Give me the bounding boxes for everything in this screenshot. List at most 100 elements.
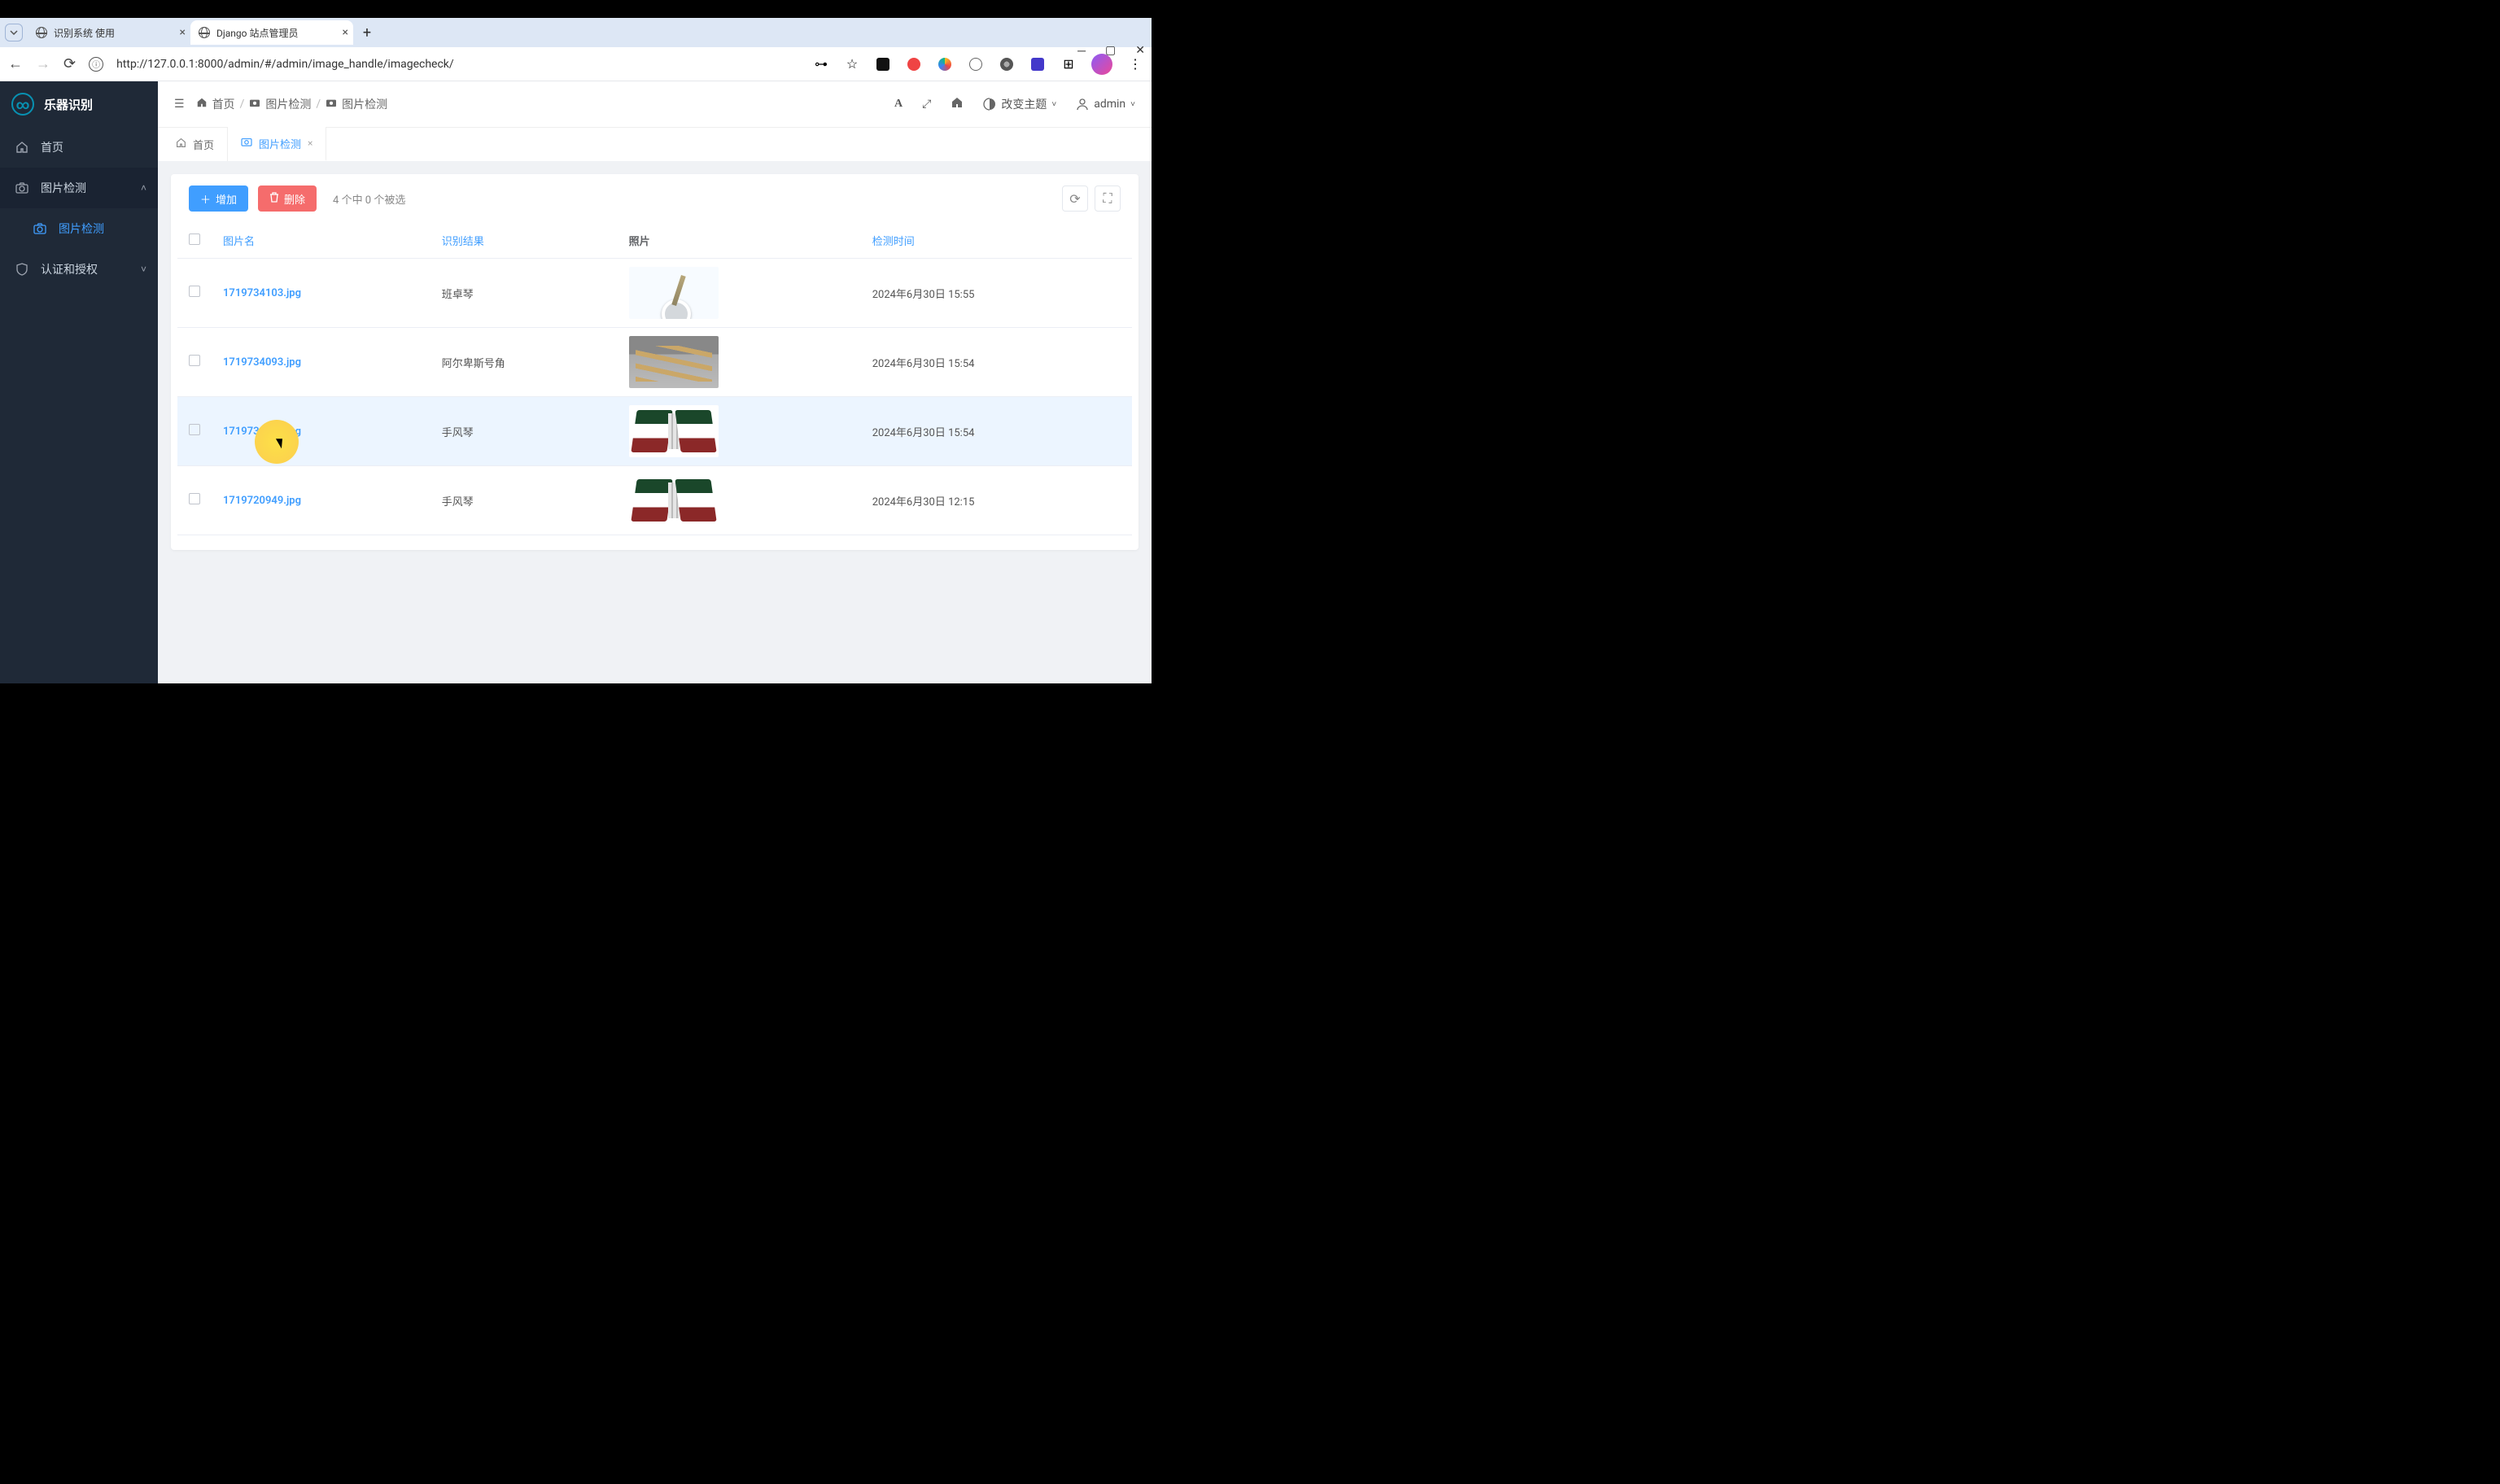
tab-dropdown-button[interactable] [5, 24, 23, 41]
selection-count: 4 个中 0 个被选 [333, 191, 405, 207]
extension-icon[interactable] [1029, 56, 1046, 72]
result-cell: 班卓琴 [431, 259, 618, 328]
file-link[interactable]: 1719734082.jpg [223, 426, 301, 438]
add-button[interactable]: ＋ 增加 [189, 186, 248, 212]
user-menu[interactable]: admin ˅ [1076, 98, 1135, 111]
refresh-icon[interactable]: ⟳ [1062, 186, 1088, 212]
browser-chrome: 识别系统 使用 × Django 站点管理员 × + ─ ▢ ✕ ← → ⟳ ⓘ… [0, 18, 1152, 81]
sidebar-item-auth[interactable]: 认证和授权 ˅ [0, 249, 158, 290]
browser-tab-1[interactable]: 识别系统 使用 × [28, 20, 190, 45]
sidebar-item-label: 图片检测 [59, 220, 104, 237]
site-info-icon[interactable]: ⓘ [89, 57, 103, 72]
trash-icon [269, 192, 279, 205]
tab-title: 识别系统 使用 [54, 26, 115, 40]
photo-thumbnail[interactable] [629, 474, 719, 526]
extensions-button[interactable]: ⊞ [1060, 56, 1077, 72]
photo-thumbnail[interactable] [629, 405, 719, 457]
table-row: 1719734103.jpg班卓琴2024年6月30日 15:55 [177, 259, 1132, 328]
data-card: ＋ 增加 删除 4 个中 0 个被选 ⟳ ⛶ [171, 174, 1139, 550]
row-checkbox[interactable] [189, 355, 200, 366]
shield-icon [15, 262, 29, 277]
home-icon [176, 137, 186, 151]
sidebar-item-home[interactable]: 首页 [0, 127, 158, 168]
page-tab-label: 图片检测 [259, 136, 301, 151]
address-bar[interactable]: http://127.0.0.1:8000/admin/#/admin/imag… [116, 58, 454, 71]
maximize-button[interactable]: ▢ [1105, 44, 1116, 57]
back-button[interactable]: ← [8, 55, 23, 72]
chevron-down-icon: ˅ [141, 264, 146, 275]
home-icon [15, 140, 29, 155]
password-icon[interactable]: ⊶ [813, 56, 829, 72]
result-cell: 阿尔卑斯号角 [431, 328, 618, 397]
font-icon[interactable]: A [894, 98, 903, 111]
tab-title: Django 站点管理员 [216, 26, 298, 40]
time-cell: 2024年6月30日 15:54 [861, 328, 1132, 397]
page-tab-image-detect[interactable]: 图片检测 × [228, 127, 326, 161]
sidebar-item-image-detect-sub[interactable]: 图片检测 [0, 208, 158, 249]
file-link[interactable]: 1719720949.jpg [223, 495, 301, 507]
plus-icon: ＋ [200, 191, 211, 207]
col-name[interactable]: 图片名 [212, 223, 431, 259]
breadcrumb-page: 图片检测 [342, 96, 387, 112]
bookmark-icon[interactable]: ☆ [844, 56, 860, 72]
result-cell: 手风琴 [431, 397, 618, 466]
delete-button-label: 删除 [284, 191, 305, 207]
delete-button[interactable]: 删除 [258, 186, 317, 212]
time-cell: 2024年6月30日 12:15 [861, 466, 1132, 535]
new-tab-button[interactable]: + [356, 22, 378, 43]
page-tab-label: 首页 [193, 137, 214, 152]
forward-button[interactable]: → [36, 55, 50, 72]
reload-button[interactable]: ⟳ [63, 55, 76, 72]
topbar: ☰ 首页 / 图片检测 / 图片检测 A ⤢ [158, 81, 1152, 127]
breadcrumb-home[interactable]: 首页 [212, 96, 235, 112]
camera-icon [33, 221, 47, 236]
close-button[interactable]: ✕ [1135, 44, 1145, 57]
extension-icon[interactable] [937, 56, 953, 72]
fullscreen-icon[interactable]: ⤢ [922, 98, 931, 111]
browser-toolbar: ← → ⟳ ⓘ http://127.0.0.1:8000/admin/#/ad… [0, 47, 1152, 81]
breadcrumb: 首页 / 图片检测 / 图片检测 [196, 96, 388, 112]
sidebar-item-label: 首页 [41, 139, 63, 155]
extension-icon[interactable] [999, 56, 1015, 72]
minimize-button[interactable]: ─ [1077, 44, 1086, 58]
hamburger-button[interactable]: ☰ [174, 98, 185, 111]
sidebar: ∞ 乐器识别 首页 图片检测 ˄ 图片检测 [0, 81, 158, 683]
breadcrumb-group[interactable]: 图片检测 [265, 96, 311, 112]
theme-button[interactable]: 改变主题 ˅ [983, 96, 1056, 112]
camera-icon [326, 98, 337, 111]
sidebar-item-image-detect[interactable]: 图片检测 ˄ [0, 168, 158, 208]
sidebar-item-label: 图片检测 [41, 180, 86, 196]
browser-tab-2[interactable]: Django 站点管理员 × [190, 20, 353, 45]
browser-tabbar: 识别系统 使用 × Django 站点管理员 × + [0, 18, 1152, 47]
home-icon [196, 97, 208, 111]
chevron-up-icon: ˄ [141, 182, 146, 194]
row-checkbox[interactable] [189, 493, 200, 504]
close-icon[interactable]: × [343, 26, 348, 39]
brand-title: 乐器识别 [44, 96, 93, 113]
result-cell: 手风琴 [431, 466, 618, 535]
card-toolbar: ＋ 增加 删除 4 个中 0 个被选 ⟳ ⛶ [171, 174, 1139, 223]
extension-icon[interactable] [968, 56, 984, 72]
extension-icon[interactable] [875, 56, 891, 72]
file-link[interactable]: 1719734103.jpg [223, 287, 301, 299]
time-cell: 2024年6月30日 15:54 [861, 397, 1132, 466]
file-link[interactable]: 1719734093.jpg [223, 356, 301, 369]
table-row: 1719734082.jpg 手风琴 2024年6月30日 15:54 [177, 397, 1132, 466]
table-row: 1719720949.jpg 手风琴 2024年6月30日 12:15 [177, 466, 1132, 535]
photo-thumbnail[interactable] [629, 336, 719, 388]
brand: ∞ 乐器识别 [0, 81, 158, 127]
camera-icon [15, 181, 29, 195]
row-checkbox[interactable] [189, 286, 200, 297]
photo-thumbnail[interactable] [629, 267, 719, 319]
close-icon[interactable]: × [180, 26, 186, 39]
select-all-checkbox[interactable] [189, 234, 200, 245]
home-icon[interactable] [951, 96, 964, 112]
close-icon[interactable]: × [308, 137, 312, 149]
extension-icon[interactable] [906, 56, 922, 72]
row-checkbox[interactable] [189, 424, 200, 435]
page-tab-home[interactable]: 首页 [163, 127, 228, 161]
col-time[interactable]: 检测时间 [861, 223, 1132, 259]
camera-icon [249, 98, 260, 111]
col-result[interactable]: 识别结果 [431, 223, 618, 259]
expand-icon[interactable]: ⛶ [1095, 186, 1121, 212]
